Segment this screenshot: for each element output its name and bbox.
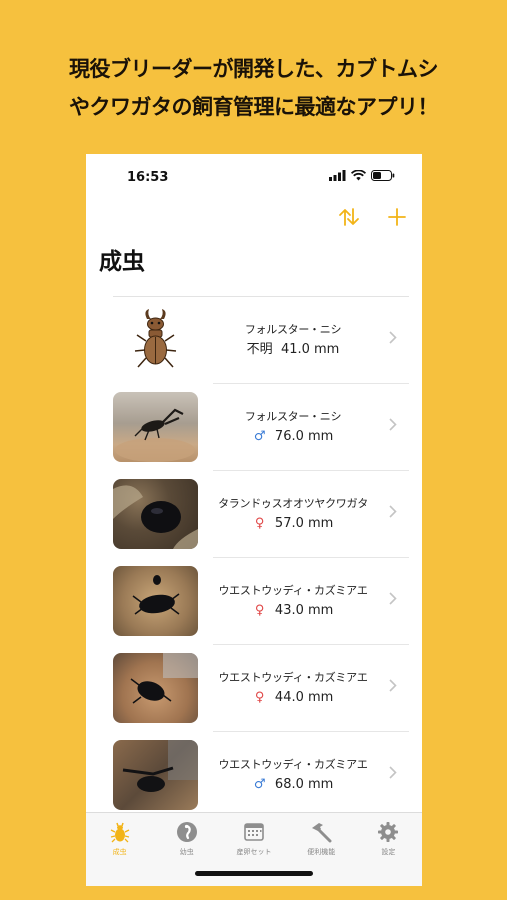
female-icon: ♀ <box>254 690 265 705</box>
chevron-right-icon <box>389 418 397 431</box>
phone-screen: 16:53 成虫 フォルスター・ニシ 不明 41.0 mm フォルスター・ニシ … <box>86 154 422 886</box>
sex-unknown-label: 不明 <box>246 342 273 357</box>
beetle-photo <box>113 740 198 810</box>
status-bar: 16:53 <box>86 154 422 200</box>
sex-size: ♀ 44.0 mm <box>203 688 383 708</box>
tab-label: 産卵セット <box>236 848 272 856</box>
list-item-info: ウエストウッディ・カズミアエ ♂ 68.0 mm <box>203 756 383 795</box>
list-item-info: フォルスター・ニシ ♂ 76.0 mm <box>203 408 383 447</box>
calendar-icon <box>244 823 264 841</box>
sex-size: ♀ 57.0 mm <box>203 514 383 534</box>
body-size: 41.0 mm <box>280 342 340 357</box>
promo-headline: 現役ブリーダーが開発した、カブトムシ やクワガタの飼育管理に最適なアプリ！ <box>0 50 507 126</box>
status-time: 16:53 <box>127 170 169 185</box>
sex-size: 不明 41.0 mm <box>203 340 383 360</box>
list-item[interactable]: ウエストウッディ・カズミアエ ♀ 43.0 mm <box>113 558 409 645</box>
home-indicator <box>195 871 313 876</box>
chevron-right-icon <box>389 505 397 518</box>
list-item[interactable]: ウエストウッディ・カズミアエ ♂ 68.0 mm <box>113 732 409 819</box>
sort-button[interactable] <box>338 206 360 228</box>
body-size: 44.0 mm <box>274 690 334 705</box>
male-icon: ♂ <box>253 429 266 444</box>
tab-label: 便利機能 <box>307 848 336 856</box>
sex-size: ♂ 76.0 mm <box>203 427 383 447</box>
page-title: 成虫 <box>99 249 145 275</box>
tab-label: 設定 <box>381 848 396 856</box>
list-item-info: タランドゥスオオツヤクワガタ ♀ 57.0 mm <box>203 495 383 534</box>
body-size: 43.0 mm <box>274 603 334 618</box>
female-icon: ♀ <box>254 516 265 531</box>
larva-icon <box>176 822 197 842</box>
body-size: 76.0 mm <box>274 429 334 444</box>
tab-settings[interactable]: 設定 <box>355 813 422 886</box>
toolbar-actions <box>338 206 408 228</box>
plus-icon <box>388 208 406 226</box>
list-item[interactable]: フォルスター・ニシ ♂ 76.0 mm <box>113 384 409 471</box>
chevron-right-icon <box>389 331 397 344</box>
species-name: タランドゥスオオツヤクワガタ <box>218 497 368 510</box>
battery-icon <box>371 170 395 181</box>
chevron-right-icon <box>389 766 397 779</box>
species-name: ウエストウッディ・カズミアエ <box>218 758 368 771</box>
beetle-icon <box>110 822 129 843</box>
sex-size: ♂ 68.0 mm <box>203 775 383 795</box>
list-item[interactable]: ウエストウッディ・カズミアエ ♀ 44.0 mm <box>113 645 409 732</box>
chevron-right-icon <box>389 592 397 605</box>
female-icon: ♀ <box>254 603 265 618</box>
list-item[interactable]: フォルスター・ニシ 不明 41.0 mm <box>113 297 409 384</box>
beetle-photo <box>113 392 198 462</box>
chevron-right-icon <box>389 679 397 692</box>
list-item-info: ウエストウッディ・カズミアエ ♀ 44.0 mm <box>203 669 383 708</box>
beetle-illustration <box>113 305 198 375</box>
gear-icon <box>378 822 399 842</box>
list-item-info: ウエストウッディ・カズミアエ ♀ 43.0 mm <box>203 582 383 621</box>
beetle-photo <box>113 479 198 549</box>
tab-label: 成虫 <box>112 848 127 856</box>
species-name: フォルスター・ニシ <box>244 410 342 423</box>
sex-size: ♀ 43.0 mm <box>203 601 383 621</box>
male-icon: ♂ <box>253 777 266 792</box>
signal-icon <box>329 170 346 181</box>
beetle-photo <box>113 653 198 723</box>
sort-icon <box>339 208 359 226</box>
species-name: ウエストウッディ・カズミアエ <box>218 671 368 684</box>
hammer-icon <box>312 823 332 843</box>
adult-list: フォルスター・ニシ 不明 41.0 mm フォルスター・ニシ ♂ 76.0 mm… <box>113 296 409 819</box>
tab-adult[interactable]: 成虫 <box>86 813 153 886</box>
beetle-photo <box>113 566 198 636</box>
species-name: ウエストウッディ・カズミアエ <box>218 584 368 597</box>
body-size: 57.0 mm <box>274 516 334 531</box>
species-name: フォルスター・ニシ <box>244 323 342 336</box>
add-button[interactable] <box>386 206 408 228</box>
tab-label: 幼虫 <box>179 848 194 856</box>
promo-headline-line2: やクワガタの飼育管理に最適なアプリ！ <box>69 95 439 119</box>
wifi-icon <box>351 170 366 181</box>
list-item-info: フォルスター・ニシ 不明 41.0 mm <box>203 321 383 360</box>
body-size: 68.0 mm <box>274 777 334 792</box>
list-item[interactable]: タランドゥスオオツヤクワガタ ♀ 57.0 mm <box>113 471 409 558</box>
promo-headline-line1: 現役ブリーダーが開発した、カブトムシ <box>69 57 439 81</box>
status-icons <box>329 170 395 181</box>
